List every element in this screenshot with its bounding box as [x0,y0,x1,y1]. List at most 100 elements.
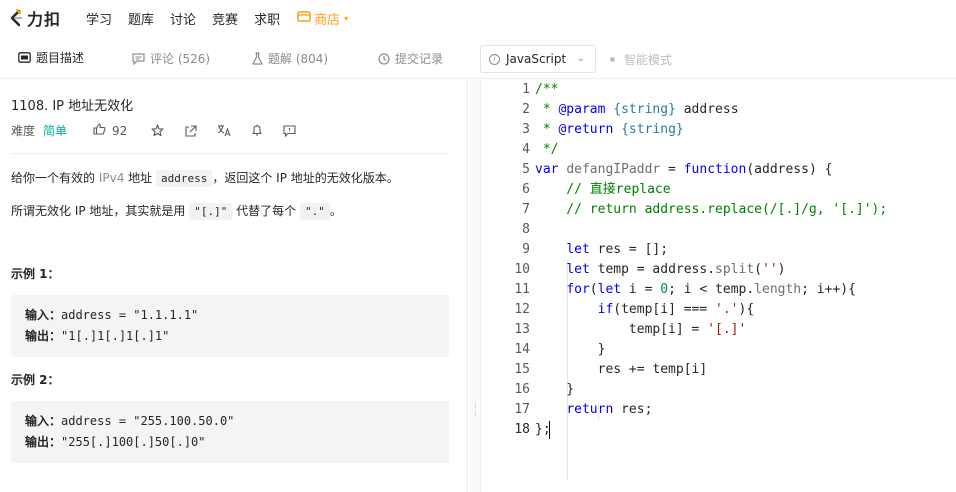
store-label: 商店 [314,12,341,28]
problem-meta: 难度 简单 92 [11,122,296,139]
leetcode-logo-icon [8,9,24,27]
code-token: */ [535,142,559,157]
share-icon[interactable] [184,124,197,137]
chevron-down-icon: ▾ [344,13,349,23]
panel-splitter[interactable] [469,80,480,492]
text: 。 [329,204,342,218]
code-token: } [535,382,575,397]
example-1-title: 示例 1： [11,267,60,281]
output-value: "1[.]1[.]1[.]1" [61,329,170,343]
smart-mode-label: 智能模式 [624,53,673,67]
flask-icon [252,52,263,65]
code-token: ( [754,262,762,277]
line-number: 12 [514,302,530,317]
line-number: 13 [514,322,530,337]
thumbs-up-icon [93,123,106,138]
nav-item-store[interactable]: 商店 ▾ [297,9,348,28]
difficulty-badge: 简单 [43,124,68,138]
logo[interactable]: 力扣 [8,6,68,30]
info-icon: i [489,53,500,65]
tab-submissions-label: 提交记录 [395,52,444,66]
code-line: */ [535,140,559,160]
problem-panel: 1108. IP 地址无效化 难度 简单 92 给你一个有效的 IPv4 地址 … [0,80,468,492]
translate-icon[interactable] [217,124,231,137]
example-2-input: 输入：address = "255.100.50.0" [25,411,449,432]
nav-item-discuss[interactable]: 讨论 [170,9,196,28]
tab-submissions[interactable]: 提交记录 [378,39,443,78]
code-line: for(let i = 0; i < temp.length; i++){ [535,280,856,300]
code-token: defangIPaddr [566,162,661,177]
nav-item-contest[interactable]: 竞赛 [212,9,238,28]
problem-title: 1108. IP 地址无效化 [11,99,134,114]
like-button[interactable]: 92 [93,123,127,138]
code-token: * [535,122,559,137]
code-token: {string} [613,102,676,117]
line-number: 18 [514,422,530,437]
language-select[interactable]: i JavaScript ⌄ [480,45,596,73]
code-line: } [535,380,574,400]
output-label: 输出： [25,435,62,449]
star-icon[interactable] [151,124,164,137]
code-line: let res = []; [535,240,668,260]
store-bag-icon [297,10,311,26]
line-number: 16 [514,382,530,397]
code-token: {string} [621,122,684,137]
tab-description-label: 题目描述 [36,51,85,65]
code-line: let temp = address.split('') [535,260,785,280]
line-number: 9 [522,242,530,257]
code-line: res += temp[i] [535,360,708,380]
code-token: split [715,262,755,277]
code-token: ; i < temp. [668,282,755,297]
bell-icon[interactable] [251,124,263,137]
nav-item-problemset[interactable]: 题库 [128,9,154,28]
nav-item-jobs[interactable]: 求职 [254,9,280,28]
line-number: 15 [514,362,530,377]
tab-comments[interactable]: 评论 (526) [132,39,210,78]
code-line: temp[i] = '[.]' [535,320,746,340]
line-number: 11 [514,282,530,297]
code-token: address [675,102,739,117]
input-value: address = "1.1.1.1" [61,308,199,322]
code-token: ) [777,262,786,277]
code-token: /** [535,82,559,97]
line-number: 6 [522,182,530,197]
tab-solutions[interactable]: 题解 (804) [252,39,328,78]
nav-item-learn[interactable]: 学习 [86,9,112,28]
code-editor[interactable]: 1 2 3 4 5 6 7 8 9 10 11 12 13 14 15 16 17 18 /** * @param… [480,80,956,492]
comment-icon [132,52,145,65]
line-number: 4 [522,142,530,157]
code-token: ; i++){ [801,282,856,297]
example-2-output: 输出："255[.]100[.]50[.]0" [25,432,449,453]
tab-description[interactable]: 题目描述 [18,39,85,78]
ipv4-link[interactable]: IPv4 [99,171,125,185]
drag-handle-icon[interactable]: ⁞ ⁞ [474,402,477,418]
code-token: ( [589,282,598,297]
input-label: 输入： [25,308,62,322]
text: ，返回这个 IP 地址的无效化版本。 [212,171,399,185]
code-token: // 直接replace [535,182,671,197]
line-number: 10 [514,262,530,277]
code-token: length [754,282,802,297]
chevron-down-icon: ⌄ [576,53,585,64]
line-number: 8 [522,222,530,237]
feedback-icon[interactable] [283,124,296,137]
smart-mode-toggle[interactable]: 智能模式 [610,51,672,68]
text: 给你一个有效的 [11,171,99,185]
example-2-box: 输入：address = "255.100.50.0" 输出："255[.]10… [11,401,449,463]
code-token: temp[i] = [535,322,708,337]
line-number: 17 [514,402,530,417]
code-token: function [683,162,747,177]
code-token: @param [558,102,606,117]
code-token: temp = address. [589,262,716,277]
code-token: res; [613,402,653,417]
example-1-output: 输出："1[.]1[.]1[.]1" [25,326,449,347]
description-paragraph-1: 给你一个有效的 IPv4 地址 address ，返回这个 IP 地址的无效化版本… [11,169,399,187]
line-number: 2 [522,102,530,117]
example-2-title: 示例 2： [11,373,60,387]
inline-code-replacement: "[.]" [189,203,233,220]
code-token: res += temp[i] [535,362,708,377]
